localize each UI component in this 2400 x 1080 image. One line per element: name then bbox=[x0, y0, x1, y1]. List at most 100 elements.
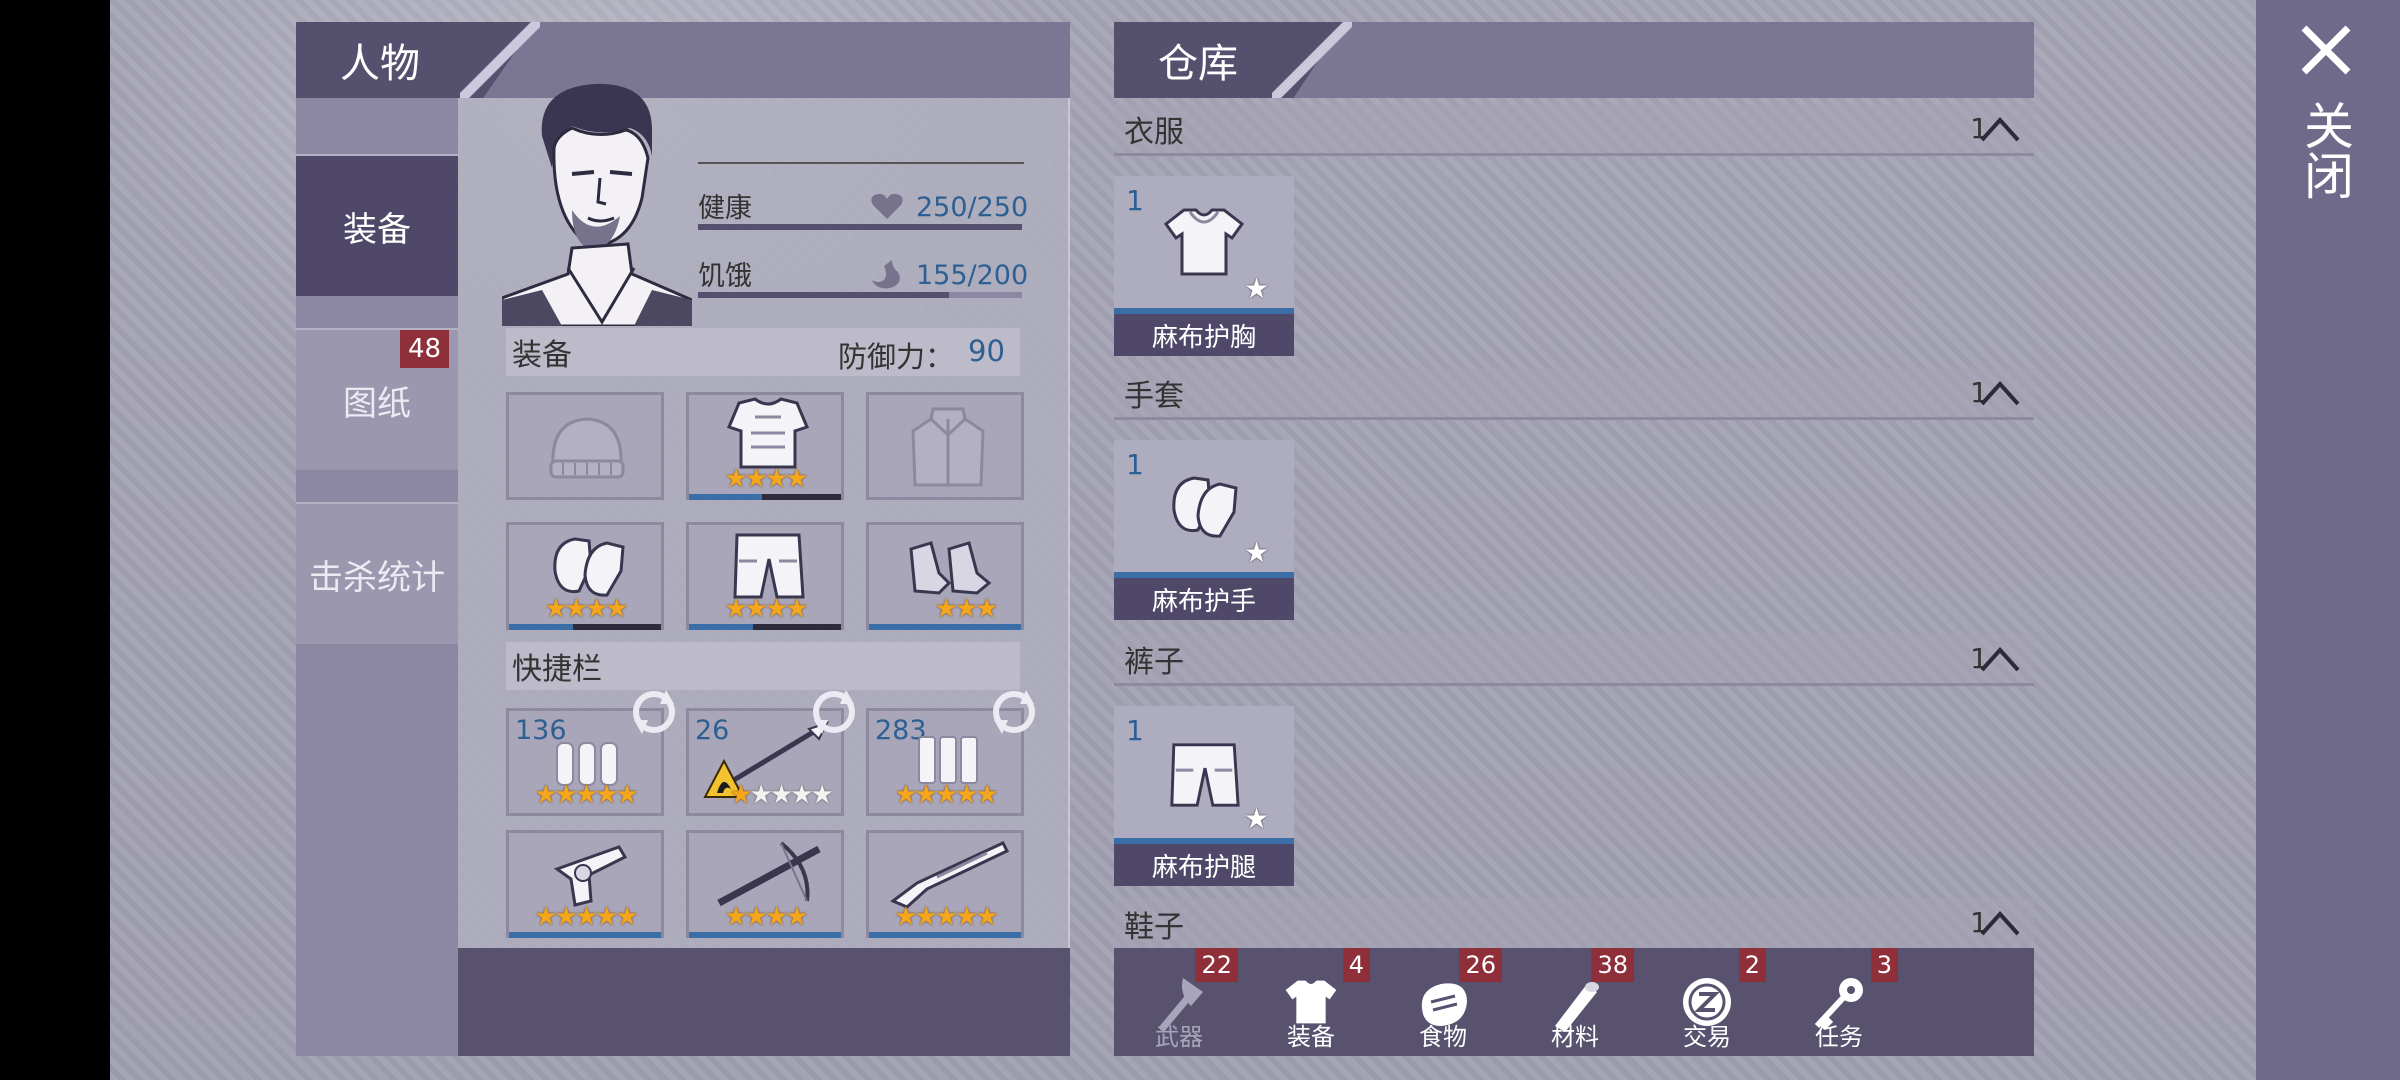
star-rating: ★★★★★ bbox=[894, 780, 999, 810]
nav-weapons[interactable]: 22 武器 bbox=[1114, 948, 1244, 1056]
star-rating: ★★★★ bbox=[544, 594, 628, 624]
equip-slot-hands[interactable]: ★★★★ bbox=[506, 522, 664, 630]
category-label: 衣服 bbox=[1124, 114, 1184, 150]
quickbar-title: 快捷栏 bbox=[512, 652, 602, 687]
close-button-label[interactable]: 关闭 bbox=[2296, 100, 2354, 200]
equip-slot-outerwear[interactable] bbox=[866, 392, 1024, 500]
nav-label: 装备 bbox=[1287, 1023, 1335, 1051]
durability-fill bbox=[869, 624, 1021, 630]
jacket-icon bbox=[911, 407, 985, 487]
equipment-title: 装备 bbox=[512, 338, 572, 373]
chevron-up-icon[interactable] bbox=[1980, 644, 2020, 674]
warehouse-item-linen-chest[interactable]: 1 ★ 麻布护胸 bbox=[1114, 176, 1294, 356]
nav-badge: 4 bbox=[1342, 948, 1370, 982]
category-header-gloves[interactable]: 手套 1 bbox=[1114, 368, 2034, 420]
quick-slot-shotgun[interactable]: ★★★★★ bbox=[866, 830, 1024, 938]
star-rating: ★★★★ bbox=[724, 902, 808, 932]
pants-icon bbox=[733, 533, 805, 599]
side-tab-kill-stats[interactable]: 击杀统计 bbox=[296, 502, 458, 644]
nav-label: 交易 bbox=[1683, 1023, 1731, 1051]
nav-equipment[interactable]: 4 装备 bbox=[1246, 948, 1376, 1056]
category-header-shoes[interactable]: 鞋子 1 bbox=[1114, 898, 2034, 950]
beanie-hat-icon bbox=[549, 417, 625, 479]
chevron-up-icon[interactable] bbox=[1980, 378, 2020, 408]
stats-divider bbox=[698, 162, 1024, 164]
rarity-star-icon: ★ bbox=[1244, 536, 1270, 569]
nav-badge: 22 bbox=[1195, 948, 1238, 982]
star-rating: ★★★★★ bbox=[729, 780, 834, 810]
nav-trade[interactable]: 2 交易 bbox=[1642, 948, 1772, 1056]
character-title-text: 人物 bbox=[340, 41, 420, 87]
hunger-bar-fill bbox=[698, 292, 949, 298]
durability-fill bbox=[689, 624, 753, 630]
nav-badge: 38 bbox=[1591, 948, 1634, 982]
chest-armor-icon bbox=[726, 397, 810, 469]
gloves-icon bbox=[553, 537, 625, 597]
durability-fill bbox=[689, 494, 762, 500]
stomach-icon bbox=[872, 260, 900, 289]
swap-icon[interactable] bbox=[626, 684, 682, 740]
chevron-up-icon[interactable] bbox=[1980, 114, 2020, 144]
character-bottom-bar bbox=[458, 948, 1070, 1056]
hunger-label: 饥饿 bbox=[698, 261, 752, 292]
pants-icon bbox=[1170, 743, 1240, 807]
heart-icon bbox=[871, 193, 903, 219]
durability-fill bbox=[689, 932, 841, 938]
nav-label: 食物 bbox=[1419, 1023, 1467, 1051]
equip-slot-legs[interactable]: ★★★★ bbox=[686, 522, 844, 630]
star-rating: ★★★★★ bbox=[534, 780, 639, 810]
item-name: 麻布护胸 bbox=[1114, 308, 1294, 356]
quickbar-section-header: 快捷栏 bbox=[506, 642, 1020, 690]
defense-value: 90 bbox=[968, 334, 1005, 368]
gloves-icon bbox=[1172, 476, 1238, 538]
nav-badge: 26 bbox=[1459, 948, 1502, 982]
quick-slot-crossbow[interactable]: ★★★★ bbox=[686, 830, 844, 938]
item-name: 麻布护腿 bbox=[1114, 838, 1294, 886]
item-quantity: 1 bbox=[1126, 714, 1144, 747]
rarity-star-icon: ★ bbox=[1244, 272, 1270, 305]
tab-stripe-decoration bbox=[1272, 22, 1352, 98]
equip-slot-chest[interactable]: ★★★★ bbox=[686, 392, 844, 500]
health-label: 健康 bbox=[698, 193, 752, 224]
nav-food[interactable]: 26 食物 bbox=[1378, 948, 1508, 1056]
chevron-up-icon[interactable] bbox=[1980, 908, 2020, 938]
category-label: 裤子 bbox=[1124, 644, 1184, 680]
category-label: 手套 bbox=[1124, 378, 1184, 414]
health-bar bbox=[698, 224, 1022, 230]
durability-fill bbox=[869, 932, 1021, 938]
nav-badge: 2 bbox=[1738, 948, 1766, 982]
warehouse-item-linen-leggings[interactable]: 1 ★ 麻布护腿 bbox=[1114, 706, 1294, 886]
durability-fill bbox=[509, 624, 573, 630]
durability-fill bbox=[509, 932, 661, 938]
swap-icon[interactable] bbox=[986, 684, 1042, 740]
warehouse-title-text: 仓库 bbox=[1158, 41, 1238, 87]
warehouse-item-linen-gloves[interactable]: 1 ★ 麻布护手 bbox=[1114, 440, 1294, 620]
side-tab-label: 装备 bbox=[343, 209, 411, 250]
equip-slot-head[interactable] bbox=[506, 392, 664, 500]
character-portrait bbox=[502, 83, 692, 326]
swap-icon[interactable] bbox=[806, 684, 862, 740]
nav-quests[interactable]: 3 任务 bbox=[1774, 948, 1904, 1056]
star-rating: ★★★★★ bbox=[534, 902, 639, 932]
star-rating: ★★★★★ bbox=[894, 902, 999, 932]
nav-materials[interactable]: 38 材料 bbox=[1510, 948, 1640, 1056]
item-name: 麻布护手 bbox=[1114, 572, 1294, 620]
category-header-pants[interactable]: 裤子 1 bbox=[1114, 634, 2034, 686]
nav-badge: 3 bbox=[1870, 948, 1898, 982]
defense-label: 防御力： bbox=[838, 340, 955, 374]
category-header-clothes[interactable]: 衣服 1 bbox=[1114, 104, 2034, 156]
star-rating: ★★★★ bbox=[724, 594, 808, 624]
nav-label: 材料 bbox=[1551, 1023, 1599, 1051]
shirt-icon bbox=[1163, 208, 1245, 276]
shells-icon bbox=[918, 736, 978, 784]
nav-label: 任务 bbox=[1815, 1023, 1863, 1051]
boots-icon bbox=[909, 541, 992, 595]
item-quantity: 1 bbox=[1126, 184, 1144, 217]
side-tab-equipment[interactable]: 装备 bbox=[296, 154, 458, 296]
equip-slot-feet[interactable]: ★★★ bbox=[866, 522, 1024, 630]
rarity-star-icon: ★ bbox=[1244, 802, 1270, 835]
shotgun-icon bbox=[890, 841, 1010, 909]
close-icon[interactable] bbox=[2298, 22, 2354, 78]
nav-label: 武器 bbox=[1155, 1023, 1203, 1051]
quick-slot-revolver[interactable]: ★★★★★ bbox=[506, 830, 664, 938]
